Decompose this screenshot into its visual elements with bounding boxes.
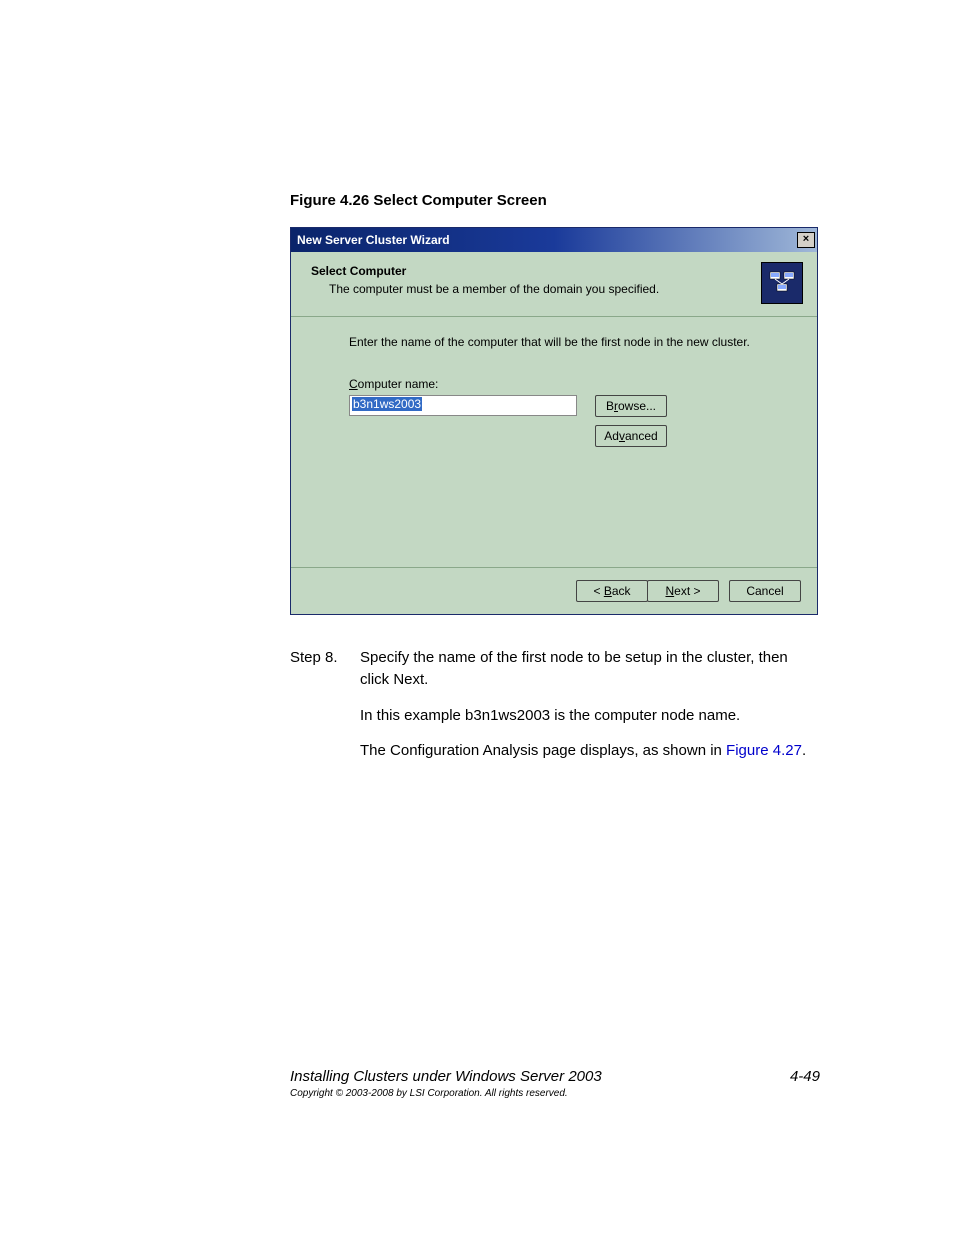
back-button[interactable]: < Back bbox=[576, 580, 648, 602]
close-button[interactable]: × bbox=[797, 232, 815, 248]
wizard-dialog: New Server Cluster Wizard × Select Compu… bbox=[290, 227, 818, 615]
header-title: Select Computer bbox=[311, 264, 659, 278]
cluster-icon bbox=[761, 262, 803, 304]
footer-panel: < Back Next > Cancel bbox=[291, 567, 817, 614]
computer-name-input[interactable]: b3n1ws2003 bbox=[349, 395, 577, 416]
step-p2: In this example b3n1ws2003 is the comput… bbox=[360, 705, 820, 727]
advanced-button[interactable]: Advanced bbox=[595, 425, 667, 447]
browse-button[interactable]: Browse... bbox=[595, 395, 667, 417]
cancel-button[interactable]: Cancel bbox=[729, 580, 801, 602]
page-number: 4-49 bbox=[790, 1068, 820, 1085]
computer-name-label: Computer name: bbox=[349, 377, 777, 391]
header-panel: Select Computer The computer must be a m… bbox=[291, 252, 817, 317]
step-label: Step 8. bbox=[290, 647, 360, 776]
footer-title: Installing Clusters under Windows Server… bbox=[290, 1068, 602, 1085]
figure-link[interactable]: Figure 4.27 bbox=[726, 742, 802, 759]
header-subtitle: The computer must be a member of the dom… bbox=[311, 282, 659, 296]
dialog-title: New Server Cluster Wizard bbox=[297, 233, 450, 247]
page-footer: Installing Clusters under Windows Server… bbox=[290, 1068, 820, 1085]
figure-caption: Figure 4.26 Select Computer Screen bbox=[290, 192, 820, 209]
body-panel: Enter the name of the computer that will… bbox=[291, 317, 817, 567]
step-p3: The Configuration Analysis page displays… bbox=[360, 740, 820, 762]
step-block: Step 8. Specify the name of the first no… bbox=[290, 647, 820, 776]
copyright: Copyright © 2003-2008 by LSI Corporation… bbox=[290, 1088, 568, 1099]
step-p1: Specify the name of the first node to be… bbox=[360, 647, 820, 691]
next-button[interactable]: Next > bbox=[647, 580, 719, 602]
titlebar: New Server Cluster Wizard × bbox=[291, 228, 817, 252]
instruction-text: Enter the name of the computer that will… bbox=[349, 335, 777, 349]
